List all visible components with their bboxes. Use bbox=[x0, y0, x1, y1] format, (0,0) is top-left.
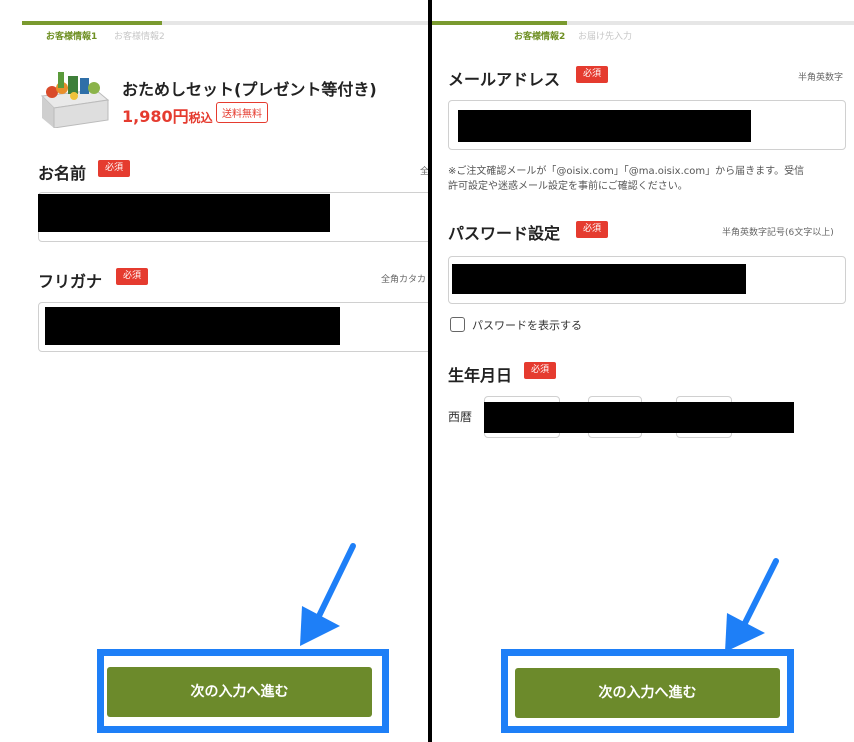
redacted-furigana bbox=[45, 307, 340, 345]
step-next: お届け先入力 bbox=[578, 32, 633, 42]
required-badge: 必須 bbox=[524, 362, 556, 379]
email-label: メールアドレス bbox=[448, 70, 561, 89]
name-label: お名前 bbox=[38, 164, 87, 183]
step-current: お客様情報1 bbox=[46, 32, 98, 42]
required-badge: 必須 bbox=[576, 66, 608, 83]
step-current: お客様情報2 bbox=[514, 32, 566, 42]
required-badge: 必須 bbox=[576, 221, 608, 238]
redacted-name bbox=[38, 194, 330, 232]
right-form-panel: お客様情報2 お届け先入力 メールアドレス 必須 半角英数字 ※ご注文確認メール… bbox=[432, 0, 854, 742]
email-hint: 半角英数字 bbox=[798, 73, 844, 83]
password-hint: 半角英数字記号(6文字以上) bbox=[722, 228, 834, 238]
email-note: ※ご注文確認メールが「@oisix.com」「@ma.oisix.com」から届… bbox=[448, 164, 850, 194]
step-next: お客様情報2 bbox=[114, 32, 165, 42]
redacted-email bbox=[458, 110, 751, 142]
tax-label: 税込 bbox=[188, 111, 213, 125]
next-step-button[interactable]: 次の入力へ進む bbox=[515, 668, 780, 718]
checkbox-icon[interactable] bbox=[450, 317, 465, 332]
pointer-arrow-icon bbox=[300, 543, 356, 646]
product-price: 1,980円税込 bbox=[122, 103, 213, 127]
furigana-hint: 全角カタカ bbox=[381, 275, 427, 285]
name-hint: 全 bbox=[420, 167, 428, 177]
free-shipping-badge: 送料無料 bbox=[216, 102, 268, 123]
price-value: 1,980円 bbox=[122, 107, 189, 126]
required-badge: 必須 bbox=[98, 160, 130, 177]
email-note-line: ※ご注文確認メールが「@oisix.com」「@ma.oisix.com」から届… bbox=[448, 166, 805, 177]
furigana-label: フリガナ bbox=[38, 272, 103, 291]
show-password-label[interactable]: パスワードを表示する bbox=[472, 317, 582, 333]
pointer-arrow-icon bbox=[725, 558, 779, 652]
left-form-panel: お客様情報1 お客様情報2 おためしセット(プレゼント等付き) 1,980円税込… bbox=[0, 0, 428, 742]
progress-bar bbox=[22, 21, 428, 25]
password-label: パスワード設定 bbox=[448, 224, 561, 243]
progress-bar bbox=[432, 21, 854, 25]
next-step-button[interactable]: 次の入力へ進む bbox=[107, 667, 372, 717]
product-set-image bbox=[40, 72, 110, 128]
required-badge: 必須 bbox=[116, 268, 148, 285]
redacted-password bbox=[452, 264, 746, 294]
email-note-line: 許可設定や迷惑メール設定を事前にご確認ください。 bbox=[448, 181, 688, 192]
birthday-label: 生年月日 bbox=[448, 366, 513, 385]
era-label: 西暦 bbox=[448, 410, 473, 424]
progress-fill bbox=[432, 21, 567, 25]
redacted-birthday bbox=[484, 402, 794, 433]
product-name: おためしセット(プレゼント等付き) bbox=[122, 80, 377, 99]
progress-fill bbox=[22, 21, 162, 25]
